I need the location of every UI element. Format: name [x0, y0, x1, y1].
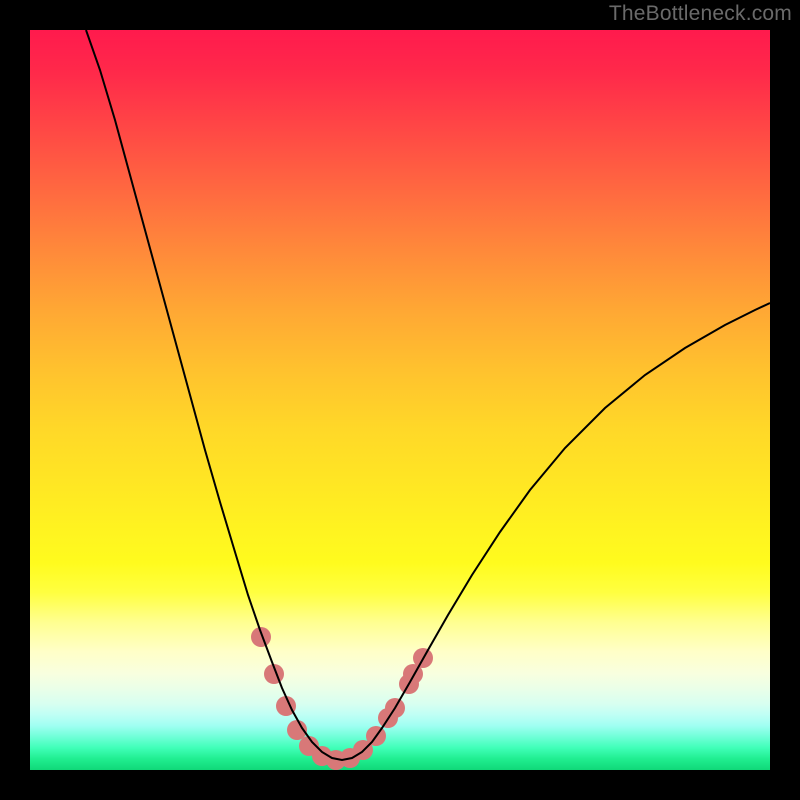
curve-layer	[30, 30, 770, 770]
watermark-label: TheBottleneck.com	[609, 2, 792, 26]
highlight-dots-icon	[251, 627, 433, 770]
bottleneck-curve-line	[86, 30, 770, 760]
chart-frame: TheBottleneck.com	[0, 0, 800, 800]
plot-area	[30, 30, 770, 770]
